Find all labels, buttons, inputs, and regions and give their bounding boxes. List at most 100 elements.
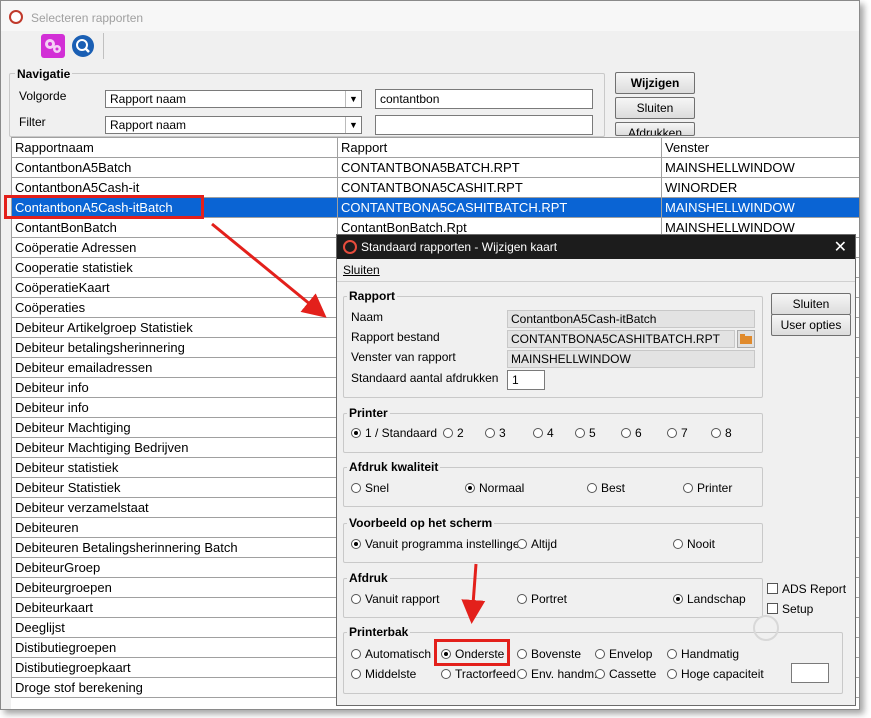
radio-option[interactable]: Altijd: [517, 537, 557, 551]
radio-option[interactable]: Env. handm.: [517, 667, 597, 681]
radio-option[interactable]: 1 / Standaard: [351, 426, 437, 440]
dialog-title: Standaard rapporten - Wijzigen kaart: [361, 240, 558, 254]
table-cell: Debiteur info: [11, 397, 338, 418]
radio-option[interactable]: Best: [587, 481, 625, 495]
aantal-input[interactable]: 1: [507, 370, 545, 390]
radio-option[interactable]: Snel: [351, 481, 389, 495]
table-cell: Debiteuren Betalingsherinnering Batch: [11, 537, 338, 558]
radio-label: 1 / Standaard: [365, 426, 438, 440]
search-icon[interactable]: [71, 34, 95, 58]
volgorde-select[interactable]: Rapport naam ▼: [105, 90, 362, 108]
radio-option[interactable]: Bovenste: [517, 647, 581, 661]
radio-option[interactable]: Middelste: [351, 667, 416, 681]
radio-dot: [587, 483, 597, 493]
sluiten-button[interactable]: Sluiten: [615, 97, 695, 119]
setup-checkbox[interactable]: Setup: [767, 602, 813, 616]
radio-option[interactable]: 5: [575, 426, 596, 440]
table-cell: CONTANTBONA5CASHITBATCH.RPT: [337, 197, 662, 218]
wijzigen-button[interactable]: Wijzigen: [615, 72, 695, 94]
bestand-field: CONTANTBONA5CASHITBATCH.RPT: [507, 330, 735, 348]
wijzigen-kaart-dialog: Standaard rapporten - Wijzigen kaart ✕ S…: [336, 234, 856, 706]
column-header-venster[interactable]: Venster: [661, 137, 859, 158]
radio-label: Env. handm.: [531, 667, 598, 681]
radio-option[interactable]: Normaal: [465, 481, 524, 495]
radio-dot: [443, 428, 453, 438]
table-cell: Debiteurkaart: [11, 597, 338, 618]
table-cell: Debiteuren: [11, 517, 338, 538]
folder-icon[interactable]: [737, 330, 755, 348]
radio-option[interactable]: Hoge capaciteit: [667, 667, 764, 681]
table-cell: Debiteur emailadressen: [11, 357, 338, 378]
column-header-rapportnaam[interactable]: Rapportnaam: [11, 137, 338, 158]
radio-option[interactable]: 8: [711, 426, 732, 440]
volgorde-label: Volgorde: [19, 89, 67, 103]
radio-label: Automatisch: [365, 647, 432, 661]
navigatie-title: Navigatie: [15, 67, 73, 81]
radio-label: Snel: [365, 481, 390, 495]
radio-dot: [575, 428, 585, 438]
radio-option[interactable]: Cassette: [595, 667, 656, 681]
table-cell: DebiteurGroep: [11, 557, 338, 578]
naam-field: ContantbonA5Cash-itBatch: [507, 310, 755, 328]
table-cell: Deeglijst: [11, 617, 338, 638]
table-cell: CONTANTBONA5BATCH.RPT: [337, 157, 662, 178]
column-header-rapport[interactable]: Rapport: [337, 137, 662, 158]
printerbak-group: [343, 632, 843, 694]
bestand-label: Rapport bestand: [351, 330, 440, 344]
radio-option[interactable]: Printer: [683, 481, 732, 495]
radio-option[interactable]: Tractorfeed: [441, 667, 516, 681]
user-opties-button[interactable]: User opties: [771, 314, 851, 336]
annotation-highlight-onderste: [434, 639, 510, 666]
radio-label: 3: [499, 426, 506, 440]
radio-option[interactable]: 3: [485, 426, 506, 440]
filter-input[interactable]: [375, 115, 593, 135]
radio-option[interactable]: Nooit: [673, 537, 715, 551]
radio-option[interactable]: 2: [443, 426, 464, 440]
radio-label: 8: [725, 426, 732, 440]
checkbox-box: [767, 583, 778, 594]
radio-option[interactable]: Portret: [517, 592, 567, 606]
radio-option[interactable]: Landschap: [673, 592, 746, 606]
table-cell: Debiteur Artikelgroep Statistiek: [11, 317, 338, 338]
search-input[interactable]: contantbon: [375, 89, 593, 109]
radio-option[interactable]: 4: [533, 426, 554, 440]
radio-option[interactable]: Handmatig: [667, 647, 739, 661]
radio-dot: [351, 539, 361, 549]
settings-gears-icon[interactable]: [41, 34, 65, 58]
radio-dot: [533, 428, 543, 438]
venster-label: Venster van rapport: [351, 350, 456, 364]
checkbox-box: [767, 603, 778, 614]
afdrukken-button[interactable]: Afdrukken: [615, 122, 695, 136]
dialog-sluiten-button[interactable]: Sluiten: [771, 293, 851, 315]
chevron-down-icon: ▼: [345, 91, 361, 107]
menu-sluiten[interactable]: Sluiten: [343, 263, 380, 277]
radio-dot: [351, 428, 361, 438]
ads-report-checkbox[interactable]: ADS Report: [767, 582, 846, 596]
radio-option[interactable]: Vanuit programma instellingen: [351, 537, 526, 551]
menu-divider: [337, 281, 855, 282]
radio-dot: [351, 594, 361, 604]
radio-option[interactable]: Automatisch: [351, 647, 431, 661]
table-cell: Debiteur Machtiging: [11, 417, 338, 438]
radio-option[interactable]: 6: [621, 426, 642, 440]
table-cell: MAINSHELLWINDOW: [661, 157, 859, 178]
radio-dot: [595, 649, 605, 659]
filter-select[interactable]: Rapport naam ▼: [105, 116, 362, 134]
kwaliteit-title: Afdruk kwaliteit: [347, 460, 441, 474]
radio-label: 6: [635, 426, 642, 440]
radio-option[interactable]: 7: [667, 426, 688, 440]
printer-title: Printer: [347, 406, 390, 420]
radio-label: Bovenste: [531, 647, 582, 661]
radio-dot: [667, 649, 677, 659]
close-icon[interactable]: ✕: [834, 237, 847, 257]
radio-label: Nooit: [687, 537, 716, 551]
printerbak-custom-input[interactable]: [791, 663, 829, 683]
table-row[interactable]: ContantbonA5Batch CONTANTBONA5BATCH.RPT MA…: [11, 157, 859, 178]
radio-dot: [711, 428, 721, 438]
voorbeeld-title: Voorbeeld op het scherm: [347, 516, 495, 530]
radio-option[interactable]: Envelop: [595, 647, 652, 661]
radio-option[interactable]: Vanuit rapport: [351, 592, 440, 606]
radio-dot: [517, 594, 527, 604]
table-cell: Cooperatie statistiek: [11, 257, 338, 278]
naam-label: Naam: [351, 310, 384, 324]
